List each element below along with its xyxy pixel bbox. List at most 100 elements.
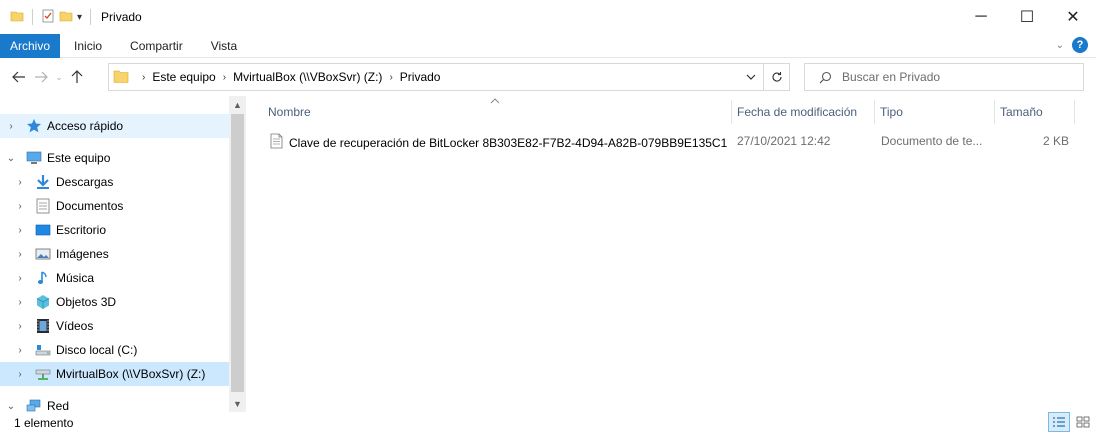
scroll-up-icon[interactable]: ▲ bbox=[229, 96, 246, 113]
file-date: 27/10/2021 12:42 bbox=[737, 134, 831, 148]
item-count: 1 elemento bbox=[14, 416, 74, 430]
navigation-row: ⌄ › Este equipo › MvirtualBox (\\VBoxSvr… bbox=[0, 58, 1096, 96]
new-folder-icon[interactable] bbox=[59, 9, 73, 26]
chevron-right-icon[interactable]: › bbox=[14, 321, 26, 332]
search-input[interactable] bbox=[842, 70, 1062, 84]
chevron-down-icon[interactable]: ⌄ bbox=[5, 401, 17, 412]
breadcrumb-privado[interactable]: Privado bbox=[400, 70, 441, 84]
forward-arrow-icon bbox=[35, 71, 48, 83]
scroll-thumb[interactable] bbox=[231, 114, 244, 392]
nav-item-videos[interactable]: › Vídeos bbox=[0, 314, 229, 338]
address-bar[interactable]: › Este equipo › MvirtualBox (\\VBoxSvr) … bbox=[108, 63, 790, 91]
chevron-right-icon[interactable]: › bbox=[5, 121, 17, 132]
computer-icon bbox=[25, 150, 43, 166]
search-icon bbox=[819, 71, 832, 83]
nav-item-label: Disco local (C:) bbox=[56, 343, 138, 357]
nav-item-objetos-3d[interactable]: › Objetos 3D bbox=[0, 290, 229, 314]
address-history-button[interactable] bbox=[739, 64, 763, 90]
download-icon bbox=[34, 174, 52, 190]
nav-item-label: Música bbox=[56, 271, 95, 285]
quick-access-toolbar: ▾ bbox=[0, 0, 95, 34]
breadcrumb-este-equipo[interactable]: Este equipo bbox=[152, 70, 215, 84]
nav-item-label: Escritorio bbox=[56, 223, 107, 237]
refresh-button[interactable] bbox=[763, 64, 789, 90]
desktop-icon bbox=[34, 222, 52, 238]
chevron-right-icon[interactable]: › bbox=[14, 297, 26, 308]
text-file-icon bbox=[270, 133, 283, 152]
help-icon[interactable]: ? bbox=[1072, 37, 1088, 53]
up-arrow-icon bbox=[71, 70, 83, 83]
breadcrumb-separator-icon[interactable]: › bbox=[142, 72, 145, 83]
nav-item-label: Red bbox=[47, 399, 70, 412]
tab-archivo[interactable]: Archivo bbox=[0, 33, 61, 58]
close-button[interactable]: ✕ bbox=[1050, 0, 1096, 34]
folder-icon bbox=[113, 69, 129, 86]
file-row[interactable]: Clave de recuperación de BitLocker 8B303… bbox=[264, 130, 1074, 152]
column-header-name[interactable]: Nombre bbox=[262, 100, 731, 124]
nav-item-label: Documentos bbox=[56, 199, 124, 213]
ribbon-tabs: Archivo Inicio Compartir Vista ⌄ ? bbox=[0, 33, 1096, 58]
nav-item-label: Este equipo bbox=[47, 151, 111, 165]
forward-button[interactable] bbox=[30, 65, 52, 89]
details-view-button[interactable] bbox=[1048, 412, 1070, 432]
star-icon bbox=[25, 118, 43, 134]
chevron-right-icon[interactable]: › bbox=[14, 249, 26, 260]
recent-locations-button[interactable]: ⌄ bbox=[52, 65, 66, 89]
chevron-right-icon[interactable]: › bbox=[14, 369, 26, 380]
nav-item-disco-local[interactable]: › Disco local (C:) bbox=[0, 338, 229, 362]
nav-item-imagenes[interactable]: › Imágenes bbox=[0, 242, 229, 266]
expand-ribbon-icon[interactable]: ⌄ bbox=[1056, 40, 1064, 51]
search-box[interactable] bbox=[804, 63, 1084, 91]
tab-vista[interactable]: Vista bbox=[197, 34, 251, 58]
column-divider[interactable] bbox=[1074, 100, 1075, 124]
up-button[interactable] bbox=[66, 65, 88, 89]
navigation-tree: › Acceso rápido ⌄ Este equipo › Descarga… bbox=[0, 96, 229, 412]
tab-compartir[interactable]: Compartir bbox=[116, 34, 197, 58]
refresh-icon bbox=[771, 72, 782, 82]
chevron-right-icon[interactable]: › bbox=[14, 201, 26, 212]
documents-icon bbox=[34, 198, 52, 214]
objects-3d-icon bbox=[34, 294, 52, 310]
back-button[interactable] bbox=[8, 65, 30, 89]
nav-item-descargas[interactable]: › Descargas bbox=[0, 170, 229, 194]
chevron-right-icon[interactable]: › bbox=[14, 177, 26, 188]
breadcrumb-separator-icon[interactable]: › bbox=[223, 72, 226, 83]
nav-item-red[interactable]: ⌄ Red bbox=[0, 394, 229, 412]
title-bar: ▾ Privado ─ ☐ ✕ bbox=[0, 0, 1096, 34]
column-header-type[interactable]: Tipo bbox=[874, 100, 994, 124]
large-icons-view-button[interactable] bbox=[1072, 412, 1094, 432]
navigation-scrollbar[interactable]: ▲ ▼ bbox=[229, 96, 246, 412]
chevron-right-icon[interactable]: › bbox=[14, 345, 26, 356]
nav-item-label: Vídeos bbox=[56, 319, 94, 333]
drive-icon bbox=[34, 342, 52, 358]
tab-inicio[interactable]: Inicio bbox=[60, 34, 116, 58]
nav-item-label: Acceso rápido bbox=[47, 119, 124, 133]
breadcrumb-mvirtualbox[interactable]: MvirtualBox (\\VBoxSvr) (Z:) bbox=[233, 70, 382, 84]
chevron-down-icon[interactable]: ⌄ bbox=[5, 153, 17, 164]
music-icon bbox=[34, 270, 52, 286]
minimize-button[interactable]: ─ bbox=[958, 0, 1004, 34]
properties-icon[interactable] bbox=[41, 9, 55, 26]
customize-toolbar-icon[interactable]: ▾ bbox=[77, 12, 82, 23]
nav-item-acceso-rapido[interactable]: › Acceso rápido bbox=[0, 114, 229, 138]
nav-item-musica[interactable]: › Música bbox=[0, 266, 229, 290]
column-header-date[interactable]: Fecha de modificación bbox=[731, 100, 874, 124]
file-name-cell[interactable]: Clave de recuperación de BitLocker 8B303… bbox=[270, 133, 727, 152]
scroll-down-icon[interactable]: ▼ bbox=[229, 395, 246, 412]
breadcrumb-separator-icon[interactable]: › bbox=[389, 72, 392, 83]
file-type: Documento de te... bbox=[881, 134, 983, 148]
nav-item-documentos[interactable]: › Documentos bbox=[0, 194, 229, 218]
nav-item-este-equipo[interactable]: ⌄ Este equipo bbox=[0, 146, 229, 170]
nav-item-escritorio[interactable]: › Escritorio bbox=[0, 218, 229, 242]
details-view-icon bbox=[1053, 417, 1065, 427]
pictures-icon bbox=[34, 246, 52, 262]
window-title: Privado bbox=[101, 10, 142, 24]
maximize-button[interactable]: ☐ bbox=[1004, 0, 1050, 34]
chevron-right-icon[interactable]: › bbox=[14, 225, 26, 236]
chevron-down-icon bbox=[746, 74, 756, 80]
column-header-size[interactable]: Tamaño bbox=[994, 100, 1074, 124]
nav-item-mvirtualbox[interactable]: › MvirtualBox (\\VBoxSvr) (Z:) bbox=[0, 362, 229, 386]
back-arrow-icon bbox=[12, 71, 25, 83]
chevron-right-icon[interactable]: › bbox=[14, 273, 26, 284]
file-list: Nombre Fecha de modificación Tipo Tamaño… bbox=[246, 96, 1096, 412]
